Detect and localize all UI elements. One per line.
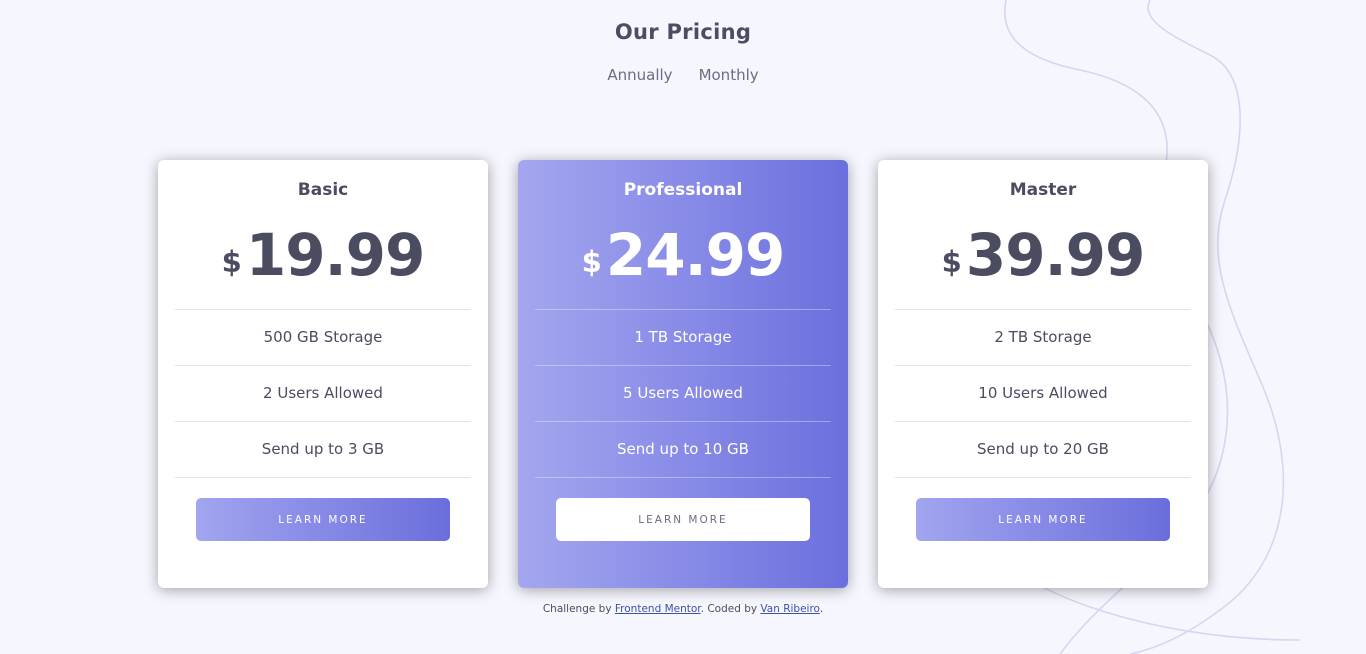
learn-more-button[interactable]: LEARN MORE bbox=[196, 498, 450, 541]
currency-symbol: $ bbox=[581, 244, 602, 279]
plan-price: $ 19.99 bbox=[175, 200, 471, 310]
frontend-mentor-link[interactable]: Frontend Mentor bbox=[615, 603, 701, 615]
plan-name: Master bbox=[1009, 180, 1077, 200]
pricing-card-professional: Professional $ 24.99 1 TB Storage 5 User… bbox=[518, 160, 848, 588]
plan-price: $ 24.99 bbox=[535, 200, 831, 310]
price-amount: 19.99 bbox=[245, 220, 425, 289]
pricing-card-basic: Basic $ 19.99 500 GB Storage 2 Users All… bbox=[158, 160, 488, 588]
price-amount: 24.99 bbox=[605, 220, 785, 289]
learn-more-button[interactable]: LEARN MORE bbox=[556, 498, 810, 541]
toggle-annually[interactable]: Annually bbox=[607, 66, 672, 84]
currency-symbol: $ bbox=[941, 244, 962, 279]
attribution-footer: Challenge by Frontend Mentor. Coded by V… bbox=[0, 603, 1366, 615]
feature-send-limit: Send up to 10 GB bbox=[535, 422, 831, 478]
plan-price: $ 39.99 bbox=[895, 200, 1191, 310]
pricing-card-master: Master $ 39.99 2 TB Storage 10 Users All… bbox=[878, 160, 1208, 588]
page-title: Our Pricing bbox=[614, 20, 752, 44]
plan-name: Basic bbox=[297, 180, 349, 200]
feature-storage: 2 TB Storage bbox=[895, 310, 1191, 366]
currency-symbol: $ bbox=[221, 244, 242, 279]
footer-middle: . Coded by bbox=[700, 603, 761, 615]
footer-prefix: Challenge by bbox=[542, 603, 615, 615]
toggle-monthly[interactable]: Monthly bbox=[699, 66, 759, 84]
feature-send-limit: Send up to 20 GB bbox=[895, 422, 1191, 478]
plan-name: Professional bbox=[623, 180, 743, 200]
author-link[interactable]: Van Ribeiro bbox=[760, 603, 819, 615]
footer-suffix: . bbox=[819, 603, 824, 615]
feature-users: 10 Users Allowed bbox=[895, 366, 1191, 422]
feature-users: 5 Users Allowed bbox=[535, 366, 831, 422]
learn-more-button[interactable]: LEARN MORE bbox=[916, 498, 1170, 541]
pricing-cards: Basic $ 19.99 500 GB Storage 2 Users All… bbox=[158, 160, 1208, 588]
feature-storage: 1 TB Storage bbox=[535, 310, 831, 366]
feature-send-limit: Send up to 3 GB bbox=[175, 422, 471, 478]
feature-storage: 500 GB Storage bbox=[175, 310, 471, 366]
billing-toggle: Annually Monthly bbox=[0, 66, 1366, 84]
feature-users: 2 Users Allowed bbox=[175, 366, 471, 422]
price-amount: 39.99 bbox=[965, 220, 1145, 289]
